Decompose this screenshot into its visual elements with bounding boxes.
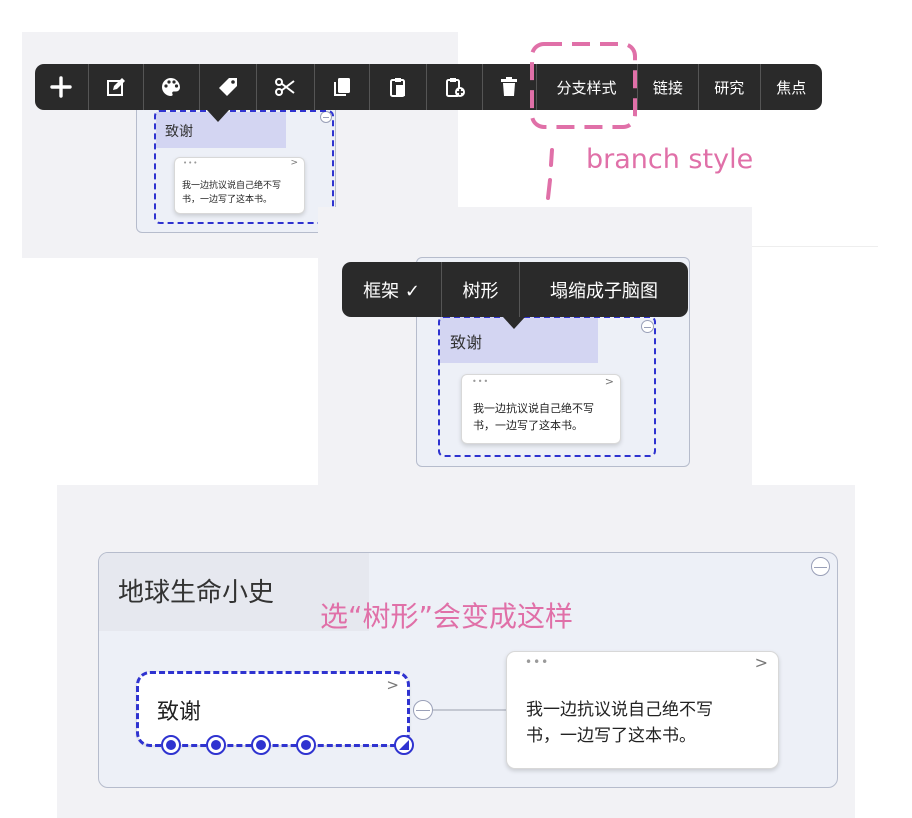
boundary-icon[interactable]: [251, 735, 271, 755]
menu-item-collapse-label: 塌缩成子脑图: [550, 280, 658, 302]
root-title-3: 地球生命小史: [118, 578, 275, 608]
more-icon[interactable]: •••: [525, 655, 549, 669]
resize-handle-icon[interactable]: [394, 735, 414, 755]
note-line-1: 我一边抗议说自己绝不写: [526, 700, 713, 720]
note-line-2: 书，一边写了这本书。: [473, 419, 583, 432]
branch-style-menu: 框架 ✓ 树形 塌缩成子脑图: [342, 262, 688, 317]
menu-item-tree[interactable]: 树形: [442, 262, 520, 317]
note-line-1: 我一边抗议说自己绝不写: [473, 402, 594, 415]
selection-outline-3: [136, 671, 410, 747]
menu-item-frame[interactable]: 框架 ✓: [342, 262, 442, 317]
menu-item-frame-label: 框架 ✓: [363, 280, 420, 302]
note-card-3[interactable]: ••• > 我一边抗议说自己绝不写 书，一边写了这本书。: [506, 651, 779, 769]
tree-result-annotation: 选“树形”会变成这样: [320, 600, 574, 633]
menu-item-collapse-submap[interactable]: 塌缩成子脑图: [520, 262, 688, 317]
collapse-icon[interactable]: [811, 557, 830, 576]
chevron-right-icon[interactable]: >: [755, 653, 768, 672]
branch-style-highlight: [530, 42, 637, 129]
more-icon[interactable]: •••: [472, 377, 489, 386]
relationship-icon[interactable]: [206, 735, 226, 755]
share-icon[interactable]: [296, 735, 316, 755]
menu-item-tree-label: 树形: [462, 280, 499, 302]
note-card-2[interactable]: ••• > 我一边抗议说自己绝不写 书，一边写了这本书。: [461, 374, 621, 444]
chevron-right-icon[interactable]: >: [605, 375, 614, 388]
menu-pointer: [503, 317, 525, 329]
comment-icon[interactable]: [161, 735, 181, 755]
note-line-2: 书，一边写了这本书。: [526, 726, 696, 746]
collapse-icon[interactable]: [413, 700, 433, 720]
branch-connector: [433, 709, 507, 711]
branch-style-annotation: branch style: [586, 144, 754, 175]
